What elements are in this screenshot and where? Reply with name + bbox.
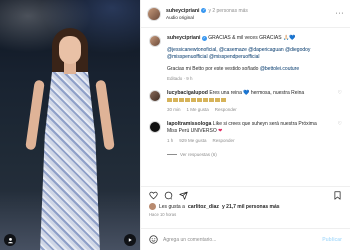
post-actions: Les gusta a carlitoz_diaz y 21,7 mil per… [141,186,350,217]
caption-extra: Gracias mi Betto por este vestido soñado [167,66,259,72]
more-icon[interactable]: ··· [336,10,345,17]
comment-like-icon[interactable]: ♡ [338,90,342,113]
post-view: suheycipriani ✓ y 2 personas más Audio o… [0,0,350,250]
author-username[interactable]: suheycipriani [166,8,199,14]
comment-avatar[interactable] [149,90,161,102]
tagged-users-button[interactable] [4,234,16,246]
face [59,36,81,64]
crown-emojis [167,97,328,104]
comment-likes[interactable]: 929 Me gusta [179,137,206,144]
comment-username[interactable]: lucybacigalupod [167,90,208,96]
right-arm [95,79,115,151]
post-photo[interactable] [0,0,140,250]
caption-username[interactable]: suheycipriani [167,35,200,41]
post-time: Hace 10 horas [149,212,177,217]
comment-like-icon[interactable]: ♡ [338,121,342,144]
comment-avatar[interactable] [149,121,161,133]
comment-time: 30 min [167,107,181,112]
emoji-icon[interactable] [149,235,158,244]
comment-input[interactable] [163,236,318,243]
heart-icon[interactable] [149,191,158,200]
likes-prefix: Les gusta a [159,203,185,210]
post-comment-button[interactable]: Publicar [322,237,342,243]
bookmark-icon[interactable] [333,190,342,200]
comment-text: Eres una reina 💙 hermosa, nuestra Reina [209,90,305,96]
caption: suheycipriani ✓ GRACIAS & mil veces GRAC… [149,35,342,82]
play-button[interactable] [124,234,136,246]
caption-meta: Editado · 9 h [167,76,193,81]
view-replies-label[interactable]: Ver respuestas (6) [180,152,217,157]
share-icon[interactable] [179,191,188,200]
comment-bar: Publicar [141,228,350,250]
comment-likes[interactable]: 1 Me gusta [187,106,209,113]
left-arm [25,79,45,151]
comment: lapoltramissologa Like si crees que suhe… [149,121,342,144]
collab-text[interactable]: y 2 personas más [208,8,247,14]
likes-user[interactable]: carlitoz_diaz [188,204,219,210]
user-icon [7,237,13,243]
liker-avatar [149,203,156,210]
likes-suffix[interactable]: y 21,7 mil personas más [222,204,280,210]
comment: lucybacigalupod Eres una reina 💙 hermosa… [149,90,342,113]
audio-label[interactable]: Audio original [166,15,336,20]
reply-button[interactable]: Responder [215,106,237,113]
author-avatar[interactable] [147,6,161,21]
caption-text: GRACIAS & mil veces GRACIAS 🙏🏻💙 [208,35,296,41]
sequin-dress [40,72,100,250]
author-info: suheycipriani ✓ y 2 personas más Audio o… [166,8,336,20]
comment-time: 1 h [167,138,174,143]
view-replies[interactable]: Ver respuestas (6) [167,152,342,157]
comments-list: suheycipriani ✓ GRACIAS & mil veces GRAC… [141,29,350,184]
post-header: suheycipriani ✓ y 2 personas más Audio o… [141,0,350,28]
post-side-panel: suheycipriani ✓ y 2 personas más Audio o… [140,0,350,250]
comment-icon[interactable] [164,191,173,200]
verified-icon: ✓ [201,36,207,41]
play-icon [128,238,132,242]
verified-icon: ✓ [201,8,207,13]
heart-emojis: ❤ [218,128,223,134]
likes-summary[interactable]: Les gusta a carlitoz_diaz y 21,7 mil per… [149,203,342,210]
reply-button[interactable]: Responder [213,137,235,144]
comment-username[interactable]: lapoltramissologa [167,121,211,127]
caption-avatar[interactable] [149,35,161,47]
woman-figure [25,28,115,250]
caption-mention-end[interactable]: @bettolei.couture [260,66,299,72]
caption-mentions[interactable]: @jessicanewtonoficial, @casemaze @daperi… [167,47,342,61]
